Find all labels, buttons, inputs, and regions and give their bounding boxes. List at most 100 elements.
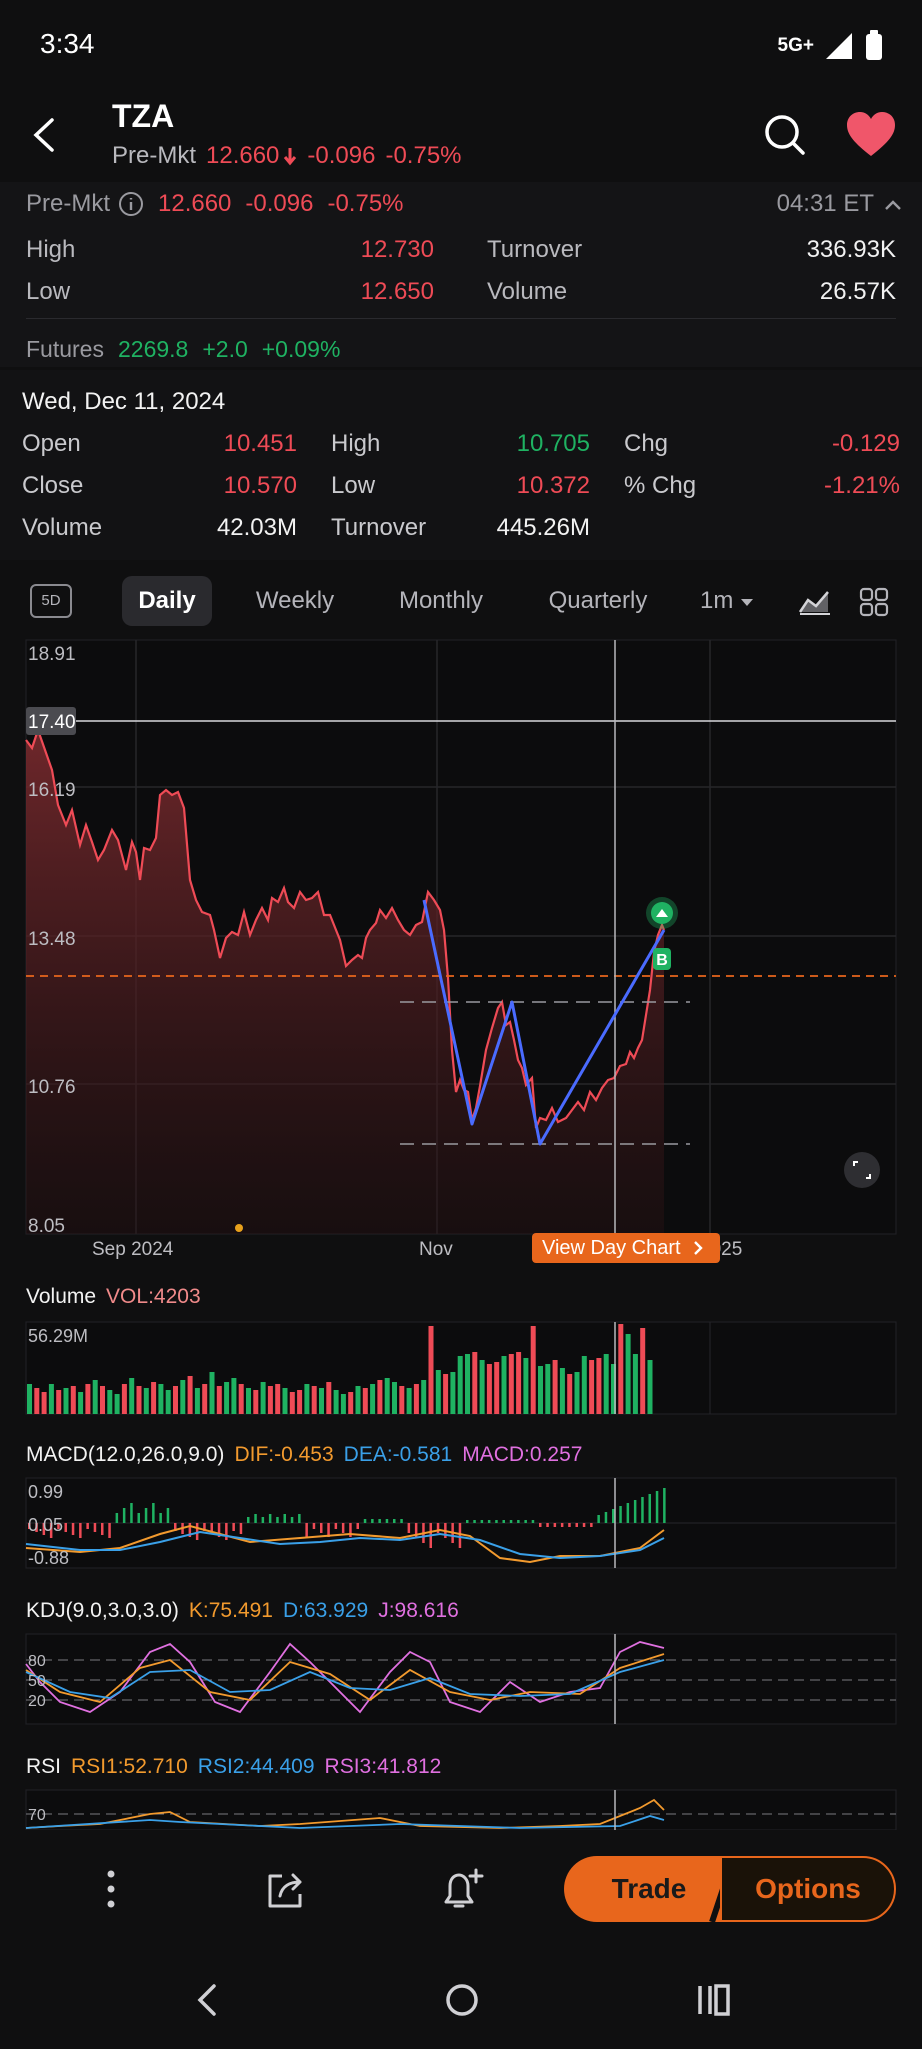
tab-monthly[interactable]: Monthly — [386, 576, 496, 626]
macd-tick-3: -0.88 — [28, 1548, 69, 1568]
tab-5d[interactable]: 5D — [30, 584, 72, 618]
macd-bar — [268, 1514, 272, 1523]
premkt-row: Pre-Mkt 12.660 -0.096 -0.75% — [26, 190, 404, 218]
volume-bar — [326, 1382, 332, 1414]
kdj-header[interactable]: KDJ(9.0,3.0,3.0) K:75.491 D:63.929 J:98.… — [26, 1599, 459, 1623]
nav-back-icon[interactable] — [190, 1978, 226, 2022]
macd-bar — [115, 1513, 119, 1523]
quote-time: 04:31 ET — [776, 190, 874, 217]
rsi-chart[interactable]: 70 — [0, 1788, 922, 1830]
volume-bar — [333, 1390, 339, 1414]
macd-bar — [612, 1509, 615, 1523]
macd-bar — [400, 1519, 403, 1523]
view-day-chart-button[interactable]: View Day Chart — [532, 1233, 720, 1263]
chart-type-icon[interactable] — [798, 586, 832, 616]
volume-bar — [392, 1382, 397, 1414]
volume-header[interactable]: Volume VOL:4203 — [26, 1285, 201, 1309]
volume-bar — [92, 1380, 98, 1414]
nav-home-icon[interactable] — [440, 1978, 484, 2022]
macd-bar — [604, 1512, 608, 1523]
volume-bar — [348, 1392, 354, 1414]
crosshair-price: 17.40 — [28, 712, 76, 733]
share-icon[interactable] — [262, 1866, 308, 1912]
volume-bar — [121, 1384, 127, 1414]
volume-bar — [253, 1390, 259, 1414]
volume-bar — [319, 1388, 324, 1414]
favorite-heart-icon[interactable] — [845, 110, 897, 160]
macd-bar — [385, 1519, 389, 1523]
chevron-up-icon[interactable] — [882, 194, 904, 216]
macd-bar — [261, 1517, 265, 1523]
premkt-label: Pre-Mkt — [112, 142, 196, 169]
expand-chart-button[interactable] — [844, 1152, 880, 1188]
turnover-value: 336.93K — [806, 236, 896, 263]
volume-bar — [596, 1358, 602, 1414]
price-chart[interactable]: B 18.91 17.40 16.19 13.48 10.76 8.05 Sep… — [0, 630, 922, 1270]
kdj-tick-2: 50 — [28, 1673, 46, 1690]
day-high-value: 10.705 — [516, 430, 590, 457]
volume-bar — [158, 1384, 164, 1414]
macd-bar — [137, 1513, 140, 1523]
volume-bar — [129, 1378, 135, 1414]
interval-label: 1m — [700, 587, 734, 614]
kdj-chart[interactable]: 80 50 20 — [0, 1632, 922, 1728]
event-dot[interactable] — [235, 1224, 243, 1232]
low-value: 12.650 — [360, 278, 434, 305]
macd-bar — [283, 1514, 286, 1523]
chart-period-tabs: 5D Daily Weekly Monthly Quarterly 1m — [0, 568, 922, 634]
tab-weekly[interactable]: Weekly — [244, 576, 346, 626]
header-premarket: Pre-Mkt 12.660 -0.096 -0.75% — [112, 142, 462, 170]
macd-tick-2: 0.05 — [28, 1515, 63, 1535]
day-turnover-label: Turnover — [331, 514, 427, 541]
rsi-header[interactable]: RSI RSI1:52.710 RSI2:44.409 RSI3:41.812 — [26, 1755, 441, 1779]
chevron-right-icon — [694, 1241, 703, 1255]
battery-icon — [866, 30, 882, 60]
more-icon[interactable] — [96, 1866, 126, 1912]
futures-pct: +0.09% — [261, 336, 341, 362]
macd-bar — [480, 1520, 484, 1523]
volume-bar — [114, 1394, 120, 1414]
day-date: Wed, Dec 11, 2024 — [22, 388, 226, 415]
volume-value-label: VOL:4203 — [106, 1285, 201, 1308]
search-icon[interactable] — [760, 110, 810, 160]
macd-chart[interactable]: 0.99 0.05 -0.88 — [0, 1476, 922, 1572]
tab-daily[interactable]: Daily — [122, 576, 212, 626]
pct-chg-value: -1.21% — [823, 472, 900, 499]
macd-bar — [458, 1523, 462, 1548]
kdj-j: J:98.616 — [378, 1599, 459, 1622]
x-label-sep: Sep 2024 — [92, 1239, 174, 1260]
volume-bar — [275, 1384, 281, 1414]
caret-down-icon — [741, 599, 754, 606]
volume-bar — [428, 1326, 434, 1414]
nav-recents-icon[interactable] — [692, 1978, 736, 2022]
options-button[interactable]: Options — [720, 1856, 896, 1922]
kdj-title: KDJ(9.0,3.0,3.0) — [26, 1599, 179, 1622]
info-icon[interactable] — [118, 191, 144, 217]
macd-bar — [502, 1520, 505, 1523]
macd-bar — [232, 1523, 235, 1531]
back-button[interactable] — [20, 110, 70, 160]
grid-layout-icon[interactable] — [858, 586, 890, 618]
tab-quarterly[interactable]: Quarterly — [536, 576, 660, 626]
volume-bar — [413, 1384, 419, 1414]
tab-interval-dropdown[interactable]: 1m — [700, 576, 760, 626]
volume-bar — [479, 1360, 485, 1414]
macd-bar — [363, 1519, 367, 1523]
day-low-value: 10.372 — [516, 472, 590, 499]
turnover-label: Turnover — [487, 236, 583, 263]
volume-chart[interactable]: 56.29M — [0, 1318, 922, 1418]
volume-bar — [574, 1372, 580, 1414]
volume-bar — [78, 1392, 84, 1414]
macd-bar — [122, 1508, 126, 1523]
macd-bar — [312, 1523, 316, 1529]
volume-title: Volume — [26, 1285, 97, 1308]
macd-bar — [152, 1503, 155, 1523]
arrow-down-icon — [284, 148, 297, 166]
futures-row[interactable]: Futures 2269.8 +2.0 +0.09% — [26, 336, 340, 363]
price-alert-bell-icon[interactable] — [436, 1864, 486, 1914]
y-tick-2: 16.19 — [28, 780, 76, 801]
network-label: 5G+ — [777, 35, 814, 56]
volume-bar — [603, 1354, 609, 1414]
chg-value: -0.129 — [831, 430, 900, 457]
macd-header[interactable]: MACD(12.0,26.0,9.0) DIF:-0.453 DEA:-0.58… — [26, 1443, 582, 1467]
